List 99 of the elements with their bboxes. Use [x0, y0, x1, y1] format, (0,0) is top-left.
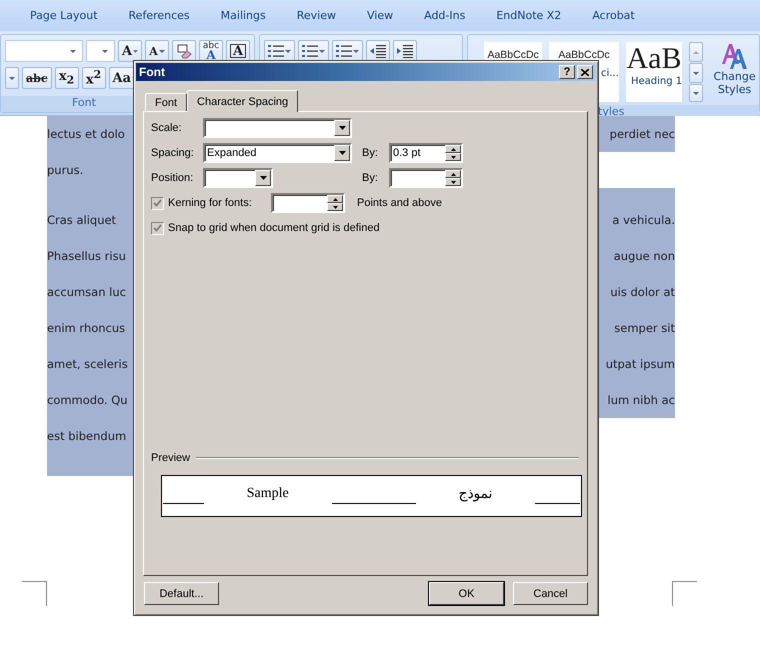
- indent-icon: [397, 44, 413, 58]
- shrink-font-button[interactable]: A: [145, 40, 169, 62]
- caret-icon: [285, 50, 291, 52]
- document-text: enim rhoncus: [47, 320, 126, 337]
- document-text: perdiet nec: [610, 126, 675, 143]
- ribbon-tab[interactable]: Acrobat: [592, 9, 649, 22]
- ribbon-tab[interactable]: View: [367, 9, 408, 22]
- underline-button[interactable]: [5, 67, 19, 89]
- spin-down-icon: [450, 180, 456, 184]
- dialog-tab[interactable]: Character Spacing: [187, 90, 298, 112]
- list-button[interactable]: [264, 40, 295, 62]
- dropdown-arrow-icon: [260, 176, 266, 180]
- eraser-icon: [176, 43, 192, 59]
- field-label: By:: [362, 172, 379, 184]
- change-styles-button[interactable]: Change Styles: [710, 42, 760, 102]
- field-label: Spacing:: [151, 147, 195, 159]
- ribbon-tab[interactable]: References: [128, 9, 204, 22]
- spin-down-icon: [332, 206, 338, 208]
- up-arrow-icon: [693, 50, 700, 54]
- checkbox-label: Snap to grid when document grid is defined: [168, 222, 380, 234]
- scroll-down-button[interactable]: [689, 63, 704, 83]
- field-label: Scale:: [151, 122, 183, 134]
- dropdown-field[interactable]: [203, 118, 352, 138]
- caret-icon: [319, 50, 325, 52]
- document-text: uis dolor at: [610, 284, 675, 301]
- document-text: semper sit: [614, 320, 675, 337]
- caret-icon: [133, 50, 138, 52]
- document-text: accumsan luc: [47, 284, 126, 301]
- spinner-field[interactable]: [271, 193, 345, 213]
- dialog-tab[interactable]: Font: [145, 93, 188, 111]
- list-button[interactable]: [298, 40, 329, 62]
- field-label: Points and above: [357, 197, 442, 209]
- list-button[interactable]: [332, 40, 363, 62]
- dialog-button[interactable]: Default...: [144, 582, 219, 605]
- crop-mark: [22, 581, 47, 606]
- preview-text: Sample: [246, 486, 289, 502]
- character-border-button[interactable]: A: [226, 40, 250, 62]
- ribbon-tab[interactable]: EndNote X2: [496, 9, 576, 22]
- dropdown-field[interactable]: Expanded: [203, 143, 352, 163]
- clear-formatting-button[interactable]: [172, 40, 196, 62]
- caret-icon: [102, 50, 108, 52]
- crop-mark: [672, 581, 697, 606]
- phonetic-guide-button[interactable]: abc A: [199, 40, 223, 62]
- document-text: utpat ipsum: [606, 356, 675, 373]
- decrease-indent-button[interactable]: [366, 40, 390, 62]
- document-text: commodo. Qu: [47, 392, 128, 409]
- script-button[interactable]: x$_{2}$: [54, 67, 79, 89]
- list-icon: [268, 44, 284, 58]
- list-icon: [336, 44, 352, 58]
- list-icon: [302, 44, 318, 58]
- close-icon: [581, 68, 589, 76]
- document-text: purus.: [47, 152, 133, 188]
- spin-up-icon: [450, 172, 456, 176]
- ribbon-tab[interactable]: Page Layout: [30, 9, 112, 22]
- field-label: By:: [362, 147, 379, 159]
- document-text: Phasellus risu: [47, 248, 126, 265]
- spinner-field[interactable]: 0.3 pt: [389, 143, 463, 163]
- spin-down-icon: [450, 156, 456, 158]
- check-icon: [153, 224, 162, 232]
- dialog-button[interactable]: OK: [429, 582, 504, 605]
- more-styles-button[interactable]: [689, 84, 704, 102]
- document-text: augue non: [614, 248, 675, 265]
- dropdown-field[interactable]: [203, 168, 273, 188]
- style-card[interactable]: AaB Heading 1: [626, 42, 682, 102]
- script-button[interactable]: x$^{2}$: [82, 67, 106, 89]
- preview-text: نموذج: [458, 486, 492, 503]
- caret-icon: [353, 50, 359, 52]
- document-text: est bibendum: [47, 418, 133, 454]
- dialog-button[interactable]: Cancel: [513, 582, 588, 605]
- indent-icon: [370, 44, 386, 58]
- help-button[interactable]: ?: [559, 65, 575, 79]
- ribbon-tab[interactable]: Review: [296, 9, 350, 22]
- document-text: lectus et dolo: [47, 126, 125, 143]
- increase-indent-button[interactable]: [393, 40, 417, 62]
- styles-icon: [720, 42, 750, 70]
- caret-icon: [693, 72, 700, 74]
- dropdown-arrow-icon: [338, 151, 346, 155]
- section-label: Preview: [151, 452, 190, 464]
- font-size-field[interactable]: [86, 40, 115, 62]
- caret-icon: [9, 76, 15, 80]
- font-name-field[interactable]: [5, 40, 83, 62]
- check-icon: [153, 199, 162, 207]
- ribbon-tab[interactable]: Add-Ins: [424, 9, 480, 22]
- caret-icon: [158, 50, 165, 52]
- document-text: Cras aliquet: [47, 212, 116, 229]
- checkbox-label: Kerning for fonts:: [168, 197, 253, 209]
- ribbon-tab[interactable]: Mailings: [220, 9, 280, 22]
- close-button[interactable]: [577, 65, 593, 79]
- spin-up-icon: [450, 148, 456, 150]
- field-label: Position:: [151, 172, 194, 184]
- grow-font-button[interactable]: A: [118, 40, 142, 62]
- caret-icon: [693, 92, 700, 94]
- document-text: lum nibh ac: [608, 392, 675, 409]
- caret-icon: [70, 50, 76, 52]
- dropdown-arrow-icon: [338, 126, 346, 130]
- document-text: amet, sceleris: [47, 356, 128, 373]
- spinner-field[interactable]: [389, 168, 463, 188]
- document-text: a vehicula.: [612, 212, 675, 229]
- strikethrough-button[interactable]: abc: [22, 67, 52, 89]
